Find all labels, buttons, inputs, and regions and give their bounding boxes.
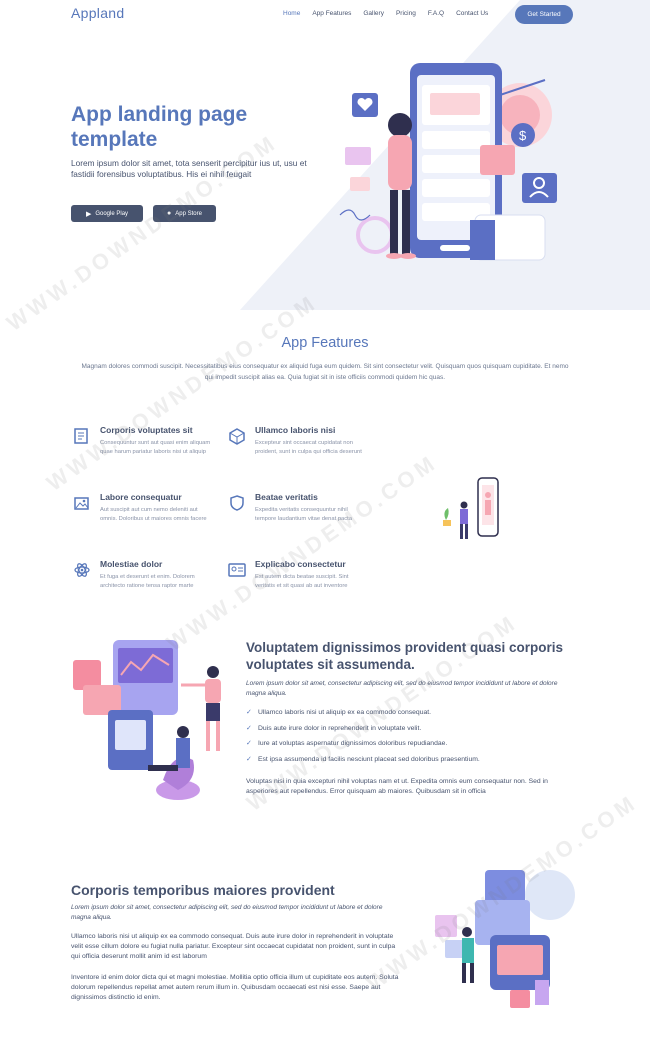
detail1-italic: Lorem ipsum dolor sit amet, consectetur … <box>246 680 558 697</box>
images-icon <box>74 497 89 510</box>
google-play-label: Google Play <box>95 210 129 217</box>
feature-desc: Excepteur sint occaecat cupidatat non pr… <box>255 440 362 455</box>
cube-icon <box>229 428 245 445</box>
feature-desc: Et fuga et deserunt et enim. Dolorem arc… <box>100 574 195 589</box>
detail-illustration-2 <box>435 870 575 1008</box>
main-nav: Home App Features Gallery Pricing F.A.Q … <box>283 10 500 17</box>
feature-title: Beatae veritatis <box>255 492 318 502</box>
nav-app-features[interactable]: App Features <box>312 10 351 17</box>
app-store-button[interactable]: ● App Store <box>153 205 216 222</box>
feature-title: Molestiae dolor <box>100 559 163 569</box>
google-play-button[interactable]: ▶ Google Play <box>71 205 143 222</box>
check-icon: ✓ <box>246 724 252 732</box>
feature-title: Ullamco laboris nisi <box>255 425 336 435</box>
nav-home[interactable]: Home <box>283 10 300 17</box>
detail2-paragraph-1: Ullamco laboris nisi ut aliquip ex ea co… <box>71 933 396 960</box>
receipt-icon <box>74 428 88 444</box>
feature-desc: Expedita veritatis consequuntur nihil te… <box>255 507 352 522</box>
hero-title: App landing page template <box>71 103 248 151</box>
feature-desc: Consequuntur sunt aut quasi enim aliquam… <box>100 440 211 455</box>
apple-icon: ● <box>167 210 172 217</box>
check-icon: ✓ <box>246 709 252 716</box>
nav-gallery[interactable]: Gallery <box>363 10 384 17</box>
list-item: ✓ Duis aute irure dolor in reprehenderit … <box>246 721 576 737</box>
features-subtitle: Magnam dolores commodi suscipit. Necessi… <box>81 363 569 381</box>
watermark: WWW.DOWNDEMO.COM <box>41 289 322 496</box>
feature-title: Explicabo consectetur <box>255 559 346 569</box>
play-icon: ▶ <box>85 210 92 218</box>
feature-desc: Est autem dicta beatae suscipit. Sint ve… <box>255 574 349 589</box>
svg-text:$: $ <box>519 128 527 143</box>
list-item: ✓ Ullamco laboris nisi ut aliquip ex ea c… <box>246 705 576 721</box>
get-started-button[interactable]: Get Started <box>515 5 573 24</box>
feature-title: Labore consequatur <box>100 492 182 502</box>
watermark: WWW.DOWNDEMO.COM <box>161 449 442 656</box>
list-item: ✓ Est ipsa assumenda id facilis nesciunt … <box>246 752 576 768</box>
id-card-icon <box>228 563 246 577</box>
nav-pricing[interactable]: Pricing <box>396 10 416 17</box>
detail1-checklist: ✓ Ullamco laboris nisi ut aliquip ex ea c… <box>246 705 576 767</box>
check-icon: ✓ <box>246 740 252 747</box>
hero-illustration: $ <box>339 63 557 261</box>
app-store-label: App Store <box>175 210 202 217</box>
feature-desc: Aut suscipit aut cum nemo deleniti aut o… <box>100 507 207 522</box>
detail-illustration-1 <box>73 640 221 800</box>
detail2-title: Corporis temporibus maiores provident <box>71 882 335 898</box>
nav-contact[interactable]: Contact Us <box>456 10 488 17</box>
list-item: ✓ Iure at voluptas aspernatur dignissimos… <box>246 736 576 752</box>
hero-text: Lorem ipsum dolor sit amet, tota senseri… <box>71 158 307 179</box>
detail2-italic: Lorem ipsum dolor sit amet, consectetur … <box>71 904 383 921</box>
shield-icon <box>230 495 244 511</box>
check-icon: ✓ <box>246 755 252 763</box>
nav-faq[interactable]: F.A.Q <box>428 10 444 17</box>
logo[interactable]: Appland <box>71 5 124 21</box>
atom-icon <box>74 563 90 577</box>
features-title: App Features <box>281 335 369 351</box>
feature-title: Corporis voluptates sit <box>100 425 193 435</box>
detail2-paragraph-2: Inventore id enim dolor dicta qui et mag… <box>71 974 399 1001</box>
features-illustration <box>443 477 499 539</box>
site-header: Appland Home App Features Gallery Pricin… <box>0 0 650 30</box>
detail1-title: Voluptatem dignissimos provident quasi c… <box>246 640 564 672</box>
detail1-paragraph: Voluptas nisi in quia excepturi nihil vo… <box>246 778 548 795</box>
